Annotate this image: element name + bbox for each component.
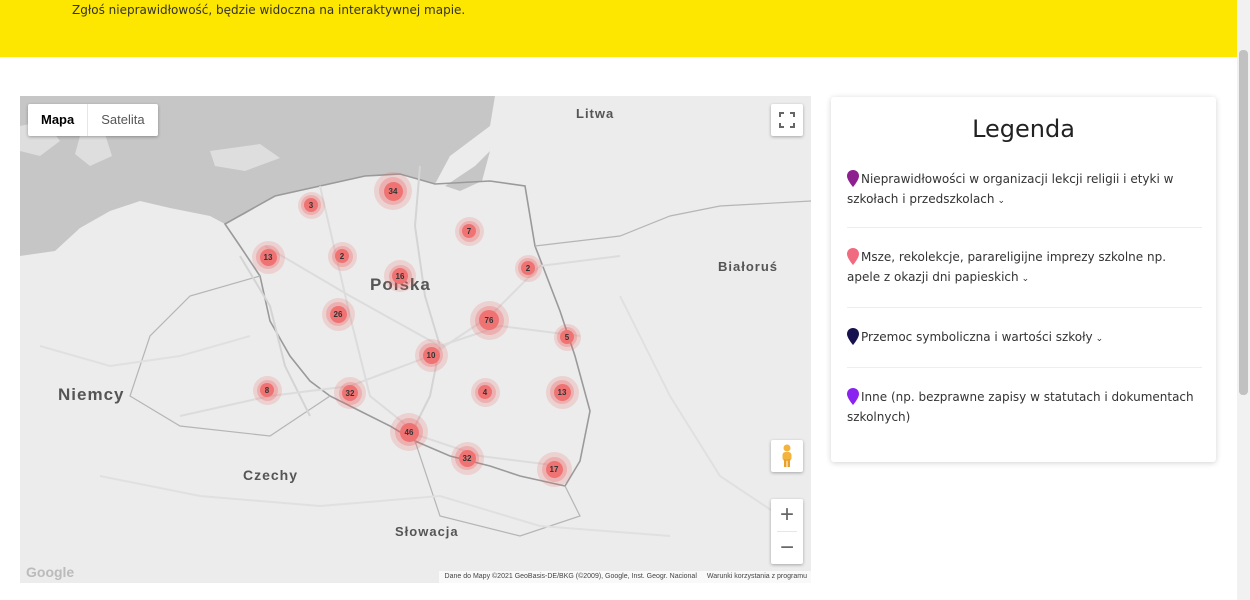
country-label-litwa: Litwa: [576, 106, 615, 121]
chevron-down-icon[interactable]: ⌄: [998, 196, 1006, 206]
legend-divider: [847, 307, 1202, 308]
cluster-count: 32: [462, 453, 472, 463]
legend-item-label: Inne (np. bezprawne zapisy w statutach i…: [847, 390, 1194, 424]
cluster-count: 46: [404, 427, 414, 437]
legend-panel: Legenda Nieprawidłowości w organizacji l…: [831, 97, 1216, 462]
street-view-button[interactable]: [771, 440, 803, 472]
marker-cluster[interactable]: 3: [297, 191, 325, 219]
zoom-out-button[interactable]: −: [771, 532, 803, 564]
legend-item-inne[interactable]: Inne (np. bezprawne zapisy w statutach i…: [847, 387, 1202, 427]
fullscreen-button[interactable]: [771, 104, 803, 136]
legend-item-msze[interactable]: Msze, rekolekcje, parareligijne imprezy …: [847, 247, 1202, 289]
legend-item-label: Przemoc symboliczna i wartości szkoły: [861, 330, 1093, 344]
marker-cluster[interactable]: 32: [334, 377, 366, 409]
marker-cluster[interactable]: 5: [553, 323, 581, 351]
banner-text: Zgłoś nieprawidłowość, będzie widoczna n…: [72, 3, 466, 17]
marker-cluster[interactable]: 17: [536, 451, 572, 487]
cluster-count: 2: [525, 263, 531, 273]
marker-cluster[interactable]: 7: [454, 216, 484, 246]
map-type-control: Mapa Satelita: [28, 104, 158, 136]
cluster-count: 26: [333, 309, 343, 319]
cluster-count: 13: [557, 387, 567, 397]
zoom-control: + −: [771, 499, 803, 564]
map-pin-icon: [847, 248, 859, 265]
marker-cluster[interactable]: 32: [450, 441, 484, 475]
marker-cluster[interactable]: 2: [327, 241, 357, 271]
cluster-count: 4: [482, 387, 488, 397]
marker-cluster[interactable]: 2: [514, 254, 542, 282]
pegman-icon: [782, 444, 792, 467]
map-pin-icon: [847, 388, 859, 405]
legend-item-label: Nieprawidłowości w organizacji lekcji re…: [847, 172, 1174, 206]
country-label-bialorus: Białoruś: [718, 259, 779, 274]
cluster-count: 2: [339, 251, 345, 261]
country-label-czechy: Czechy: [243, 467, 299, 483]
map-pin-icon: [847, 328, 859, 345]
marker-cluster[interactable]: 4: [470, 377, 500, 407]
cluster-count: 8: [264, 385, 270, 395]
cluster-count: 17: [549, 464, 559, 474]
fullscreen-icon: [779, 112, 795, 128]
cluster-count: 32: [345, 388, 355, 398]
marker-cluster[interactable]: 13: [251, 240, 285, 274]
chevron-down-icon[interactable]: ⌄: [1022, 274, 1030, 284]
marker-cluster[interactable]: 8: [252, 375, 282, 405]
marker-cluster[interactable]: 16: [384, 260, 416, 292]
cluster-count: 3: [308, 200, 314, 210]
interactive-map[interactable]: Mapa Satelita + − Litwa Polska Białoruś …: [20, 96, 811, 583]
map-background: [20, 96, 811, 537]
country-label-niemcy: Niemcy: [58, 385, 125, 404]
cluster-count: 5: [564, 332, 570, 342]
map-type-mapa-button[interactable]: Mapa: [28, 104, 87, 136]
marker-cluster[interactable]: 34: [374, 172, 412, 210]
marker-cluster[interactable]: 46: [390, 413, 428, 451]
marker-cluster[interactable]: 10: [414, 338, 448, 372]
legend-item-przemoc[interactable]: Przemoc symboliczna i wartości szkoły ⌄: [847, 327, 1202, 349]
top-banner: Zgłoś nieprawidłowość, będzie widoczna n…: [0, 0, 1237, 57]
zoom-in-button[interactable]: +: [771, 499, 803, 531]
cluster-count: 13: [263, 252, 273, 262]
cluster-count: 7: [466, 226, 472, 236]
marker-cluster[interactable]: 76: [469, 300, 509, 340]
map-attribution: Dane do Mapy ©2021 GeoBasis-DE/BKG (©200…: [438, 571, 811, 583]
legend-divider: [847, 227, 1202, 228]
terms-link[interactable]: Warunki korzystania z programu: [707, 573, 807, 583]
legend-title: Legenda: [972, 115, 1075, 143]
google-logo: Google: [26, 564, 75, 580]
map-type-satelita-button[interactable]: Satelita: [87, 104, 157, 136]
legend-divider: [847, 367, 1202, 368]
marker-cluster[interactable]: 26: [321, 297, 355, 331]
legend-item-label: Msze, rekolekcje, parareligijne imprezy …: [847, 250, 1167, 284]
cluster-count: 76: [484, 315, 494, 325]
cluster-count: 16: [395, 271, 405, 281]
country-label-slowacja: Słowacja: [395, 524, 459, 539]
marker-cluster[interactable]: 13: [545, 375, 579, 409]
map-pin-icon: [847, 170, 859, 187]
scrollbar-thumb[interactable]: [1239, 50, 1248, 395]
attribution-text: Dane do Mapy ©2021 GeoBasis-DE/BKG (©200…: [444, 573, 697, 580]
cluster-count: 34: [388, 186, 398, 196]
cluster-count: 10: [426, 350, 436, 360]
chevron-down-icon[interactable]: ⌄: [1096, 334, 1104, 344]
legend-item-lekcje[interactable]: Nieprawidłowości w organizacji lekcji re…: [847, 169, 1202, 211]
